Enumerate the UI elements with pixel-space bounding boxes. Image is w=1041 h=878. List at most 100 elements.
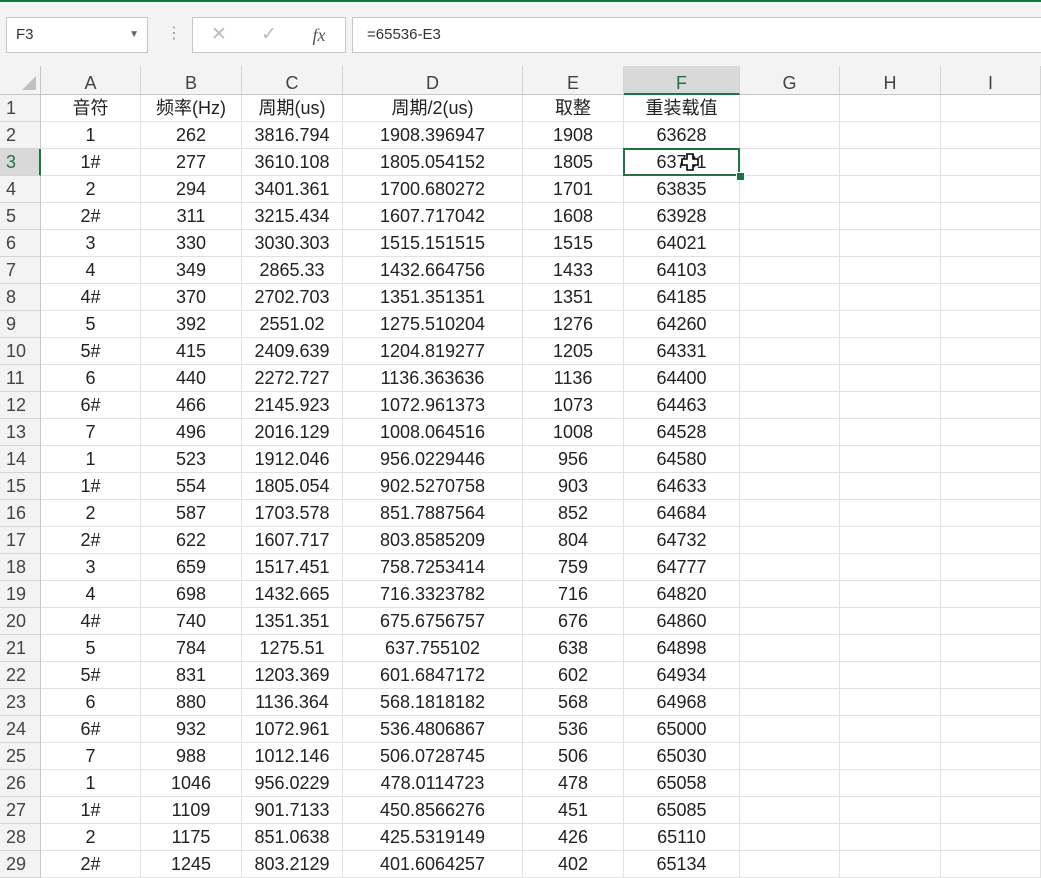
cell-b21[interactable]: 784 [141, 635, 242, 662]
cell-h28[interactable] [840, 824, 941, 851]
cell-e28[interactable]: 426 [523, 824, 624, 851]
cell-i10[interactable] [941, 338, 1041, 365]
cell-a14[interactable]: 1 [41, 446, 141, 473]
cell-h8[interactable] [840, 284, 941, 311]
cell-a27[interactable]: 1# [41, 797, 141, 824]
cell-a16[interactable]: 2 [41, 500, 141, 527]
cell-e19[interactable]: 716 [523, 581, 624, 608]
cell-d11[interactable]: 1136.363636 [343, 365, 523, 392]
cell-d9[interactable]: 1275.510204 [343, 311, 523, 338]
cell-c27[interactable]: 901.7133 [242, 797, 343, 824]
cell-g3[interactable] [740, 149, 840, 176]
row-header-11[interactable]: 11 [0, 365, 41, 392]
cell-g2[interactable] [740, 122, 840, 149]
cell-c26[interactable]: 956.0229 [242, 770, 343, 797]
cell-e17[interactable]: 804 [523, 527, 624, 554]
cell-f27[interactable]: 65085 [624, 797, 740, 824]
row-header-5[interactable]: 5 [0, 203, 41, 230]
cell-d25[interactable]: 506.0728745 [343, 743, 523, 770]
cell-e2[interactable]: 1908 [523, 122, 624, 149]
row-header-3[interactable]: 3 [0, 149, 41, 176]
cell-h10[interactable] [840, 338, 941, 365]
cell-i29[interactable] [941, 851, 1041, 878]
cell-g28[interactable] [740, 824, 840, 851]
cell-h24[interactable] [840, 716, 941, 743]
column-header-c[interactable]: C [242, 66, 343, 95]
cell-i28[interactable] [941, 824, 1041, 851]
cell-f7[interactable]: 64103 [624, 257, 740, 284]
cell-d26[interactable]: 478.0114723 [343, 770, 523, 797]
cell-b10[interactable]: 415 [141, 338, 242, 365]
cell-b1[interactable]: 频率(Hz) [141, 95, 242, 122]
cell-i13[interactable] [941, 419, 1041, 446]
row-header-14[interactable]: 14 [0, 446, 41, 473]
cell-c23[interactable]: 1136.364 [242, 689, 343, 716]
cell-d4[interactable]: 1700.680272 [343, 176, 523, 203]
cell-b3[interactable]: 277 [141, 149, 242, 176]
cell-f9[interactable]: 64260 [624, 311, 740, 338]
cell-g29[interactable] [740, 851, 840, 878]
cell-d12[interactable]: 1072.961373 [343, 392, 523, 419]
cell-g10[interactable] [740, 338, 840, 365]
cell-b27[interactable]: 1109 [141, 797, 242, 824]
row-header-10[interactable]: 10 [0, 338, 41, 365]
cell-i6[interactable] [941, 230, 1041, 257]
cell-f3[interactable]: 63731 [624, 149, 740, 176]
cell-f25[interactable]: 65030 [624, 743, 740, 770]
cell-i16[interactable] [941, 500, 1041, 527]
row-header-23[interactable]: 23 [0, 689, 41, 716]
cell-i11[interactable] [941, 365, 1041, 392]
cell-b2[interactable]: 262 [141, 122, 242, 149]
cell-i24[interactable] [941, 716, 1041, 743]
cell-e10[interactable]: 1205 [523, 338, 624, 365]
cell-f1[interactable]: 重装载值 [624, 95, 740, 122]
cell-i15[interactable] [941, 473, 1041, 500]
column-header-e[interactable]: E [523, 66, 624, 95]
cell-e16[interactable]: 852 [523, 500, 624, 527]
cell-f12[interactable]: 64463 [624, 392, 740, 419]
row-header-1[interactable]: 1 [0, 95, 41, 122]
cell-f19[interactable]: 64820 [624, 581, 740, 608]
cell-g11[interactable] [740, 365, 840, 392]
cell-g23[interactable] [740, 689, 840, 716]
column-header-i[interactable]: I [941, 66, 1041, 95]
cell-b6[interactable]: 330 [141, 230, 242, 257]
cell-a5[interactable]: 2# [41, 203, 141, 230]
row-header-13[interactable]: 13 [0, 419, 41, 446]
cell-c25[interactable]: 1012.146 [242, 743, 343, 770]
cell-e4[interactable]: 1701 [523, 176, 624, 203]
cell-e23[interactable]: 568 [523, 689, 624, 716]
cell-d13[interactable]: 1008.064516 [343, 419, 523, 446]
cell-a25[interactable]: 7 [41, 743, 141, 770]
cell-i22[interactable] [941, 662, 1041, 689]
cell-d10[interactable]: 1204.819277 [343, 338, 523, 365]
cell-i25[interactable] [941, 743, 1041, 770]
column-header-h[interactable]: H [840, 66, 941, 95]
row-header-26[interactable]: 26 [0, 770, 41, 797]
cell-f21[interactable]: 64898 [624, 635, 740, 662]
cell-i23[interactable] [941, 689, 1041, 716]
column-header-d[interactable]: D [343, 66, 523, 95]
cell-c19[interactable]: 1432.665 [242, 581, 343, 608]
cell-b15[interactable]: 554 [141, 473, 242, 500]
cell-a7[interactable]: 4 [41, 257, 141, 284]
cell-g16[interactable] [740, 500, 840, 527]
cell-a29[interactable]: 2# [41, 851, 141, 878]
cell-h5[interactable] [840, 203, 941, 230]
column-header-a[interactable]: A [41, 66, 141, 95]
cell-e11[interactable]: 1136 [523, 365, 624, 392]
cell-b7[interactable]: 349 [141, 257, 242, 284]
cell-h23[interactable] [840, 689, 941, 716]
cell-i26[interactable] [941, 770, 1041, 797]
cell-e18[interactable]: 759 [523, 554, 624, 581]
cell-a15[interactable]: 1# [41, 473, 141, 500]
cell-e6[interactable]: 1515 [523, 230, 624, 257]
cell-f22[interactable]: 64934 [624, 662, 740, 689]
cell-b20[interactable]: 740 [141, 608, 242, 635]
cell-c5[interactable]: 3215.434 [242, 203, 343, 230]
cell-h26[interactable] [840, 770, 941, 797]
cell-i9[interactable] [941, 311, 1041, 338]
cell-d24[interactable]: 536.4806867 [343, 716, 523, 743]
cell-h11[interactable] [840, 365, 941, 392]
cell-a18[interactable]: 3 [41, 554, 141, 581]
